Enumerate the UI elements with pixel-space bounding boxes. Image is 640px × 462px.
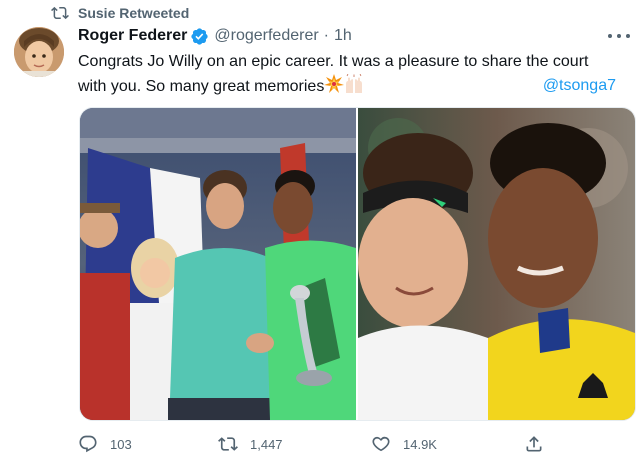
retweet-icon <box>218 437 238 451</box>
photo-trophy-ceremony[interactable] <box>80 108 356 420</box>
mention-link[interactable]: @tsonga7 <box>543 74 616 98</box>
author-handle[interactable]: @rogerfederer <box>214 27 318 45</box>
photo-trophy-ceremony-image <box>80 108 356 420</box>
avatar[interactable] <box>14 27 64 77</box>
author-name[interactable]: Roger Federer <box>78 27 187 45</box>
share-button[interactable] <box>524 432 544 456</box>
more-dot <box>626 34 630 38</box>
tweet-text-line-2-content: with you. So many great memories <box>78 78 325 95</box>
verified-badge-icon <box>191 27 208 45</box>
like-button[interactable]: 14.9K <box>371 432 437 456</box>
share-icon <box>526 436 542 452</box>
retweet-banner[interactable]: Susie Retweeted <box>51 4 189 22</box>
tweet-media[interactable] <box>79 107 636 421</box>
tweet-text-line-1: Congrats Jo Willy on an epic career. It … <box>78 53 589 70</box>
header-separator: · <box>323 27 329 44</box>
more-dot <box>617 34 621 38</box>
retweet-icon <box>51 6 69 20</box>
tweet-timestamp[interactable]: 1h <box>334 27 352 45</box>
retweet-banner-text: Susie Retweeted <box>78 5 190 21</box>
like-count: 14.9K <box>403 436 437 452</box>
photo-players-embrace[interactable] <box>358 108 635 420</box>
raising-hands-emoji-icon <box>346 74 363 93</box>
tweet-actions: 103 1,447 14.9K <box>78 432 548 456</box>
photo-players-embrace-image <box>358 108 635 420</box>
more-dot <box>608 34 612 38</box>
more-options-icon[interactable] <box>608 28 630 44</box>
reply-icon <box>79 435 97 453</box>
reply-button[interactable]: 103 <box>78 432 132 456</box>
retweet-count: 1,447 <box>250 436 283 452</box>
tweet-text: Congrats Jo Willy on an epic career. It … <box>78 50 623 99</box>
heart-icon <box>372 436 390 452</box>
collision-emoji-icon <box>324 74 345 93</box>
reply-count: 103 <box>110 436 132 452</box>
tweet-header: Roger Federer @rogerfederer · 1h <box>78 26 352 46</box>
tweet-text-line-2: with you. So many great memories <box>78 74 623 99</box>
avatar-photo <box>14 27 64 77</box>
retweet-button[interactable]: 1,447 <box>218 432 283 456</box>
